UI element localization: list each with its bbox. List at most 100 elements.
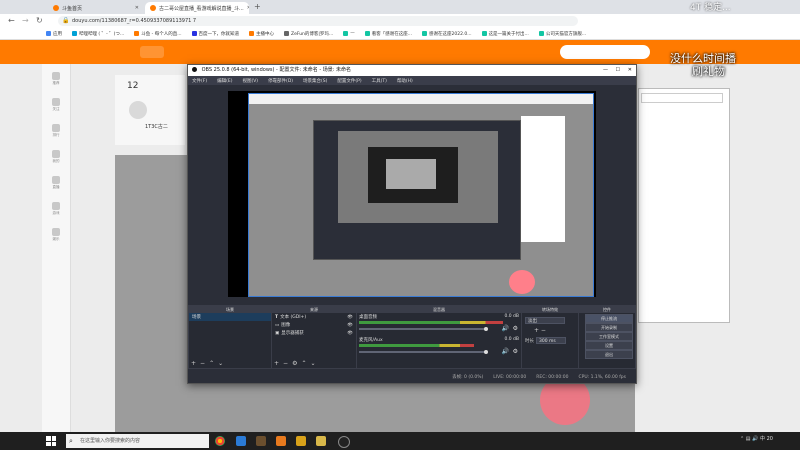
control-button[interactable]: 退出	[585, 350, 633, 359]
captured-browser-chrome	[249, 94, 593, 104]
volume-slider[interactable]	[359, 328, 487, 330]
chevron-up-icon[interactable]: ⌃	[740, 436, 744, 442]
bookmark-item[interactable]: 看客「感谢在这座...	[364, 31, 412, 37]
bookmark-item[interactable]: 哔哩哔哩 ( ゜- ゜)つ...	[72, 31, 124, 37]
url-input[interactable]: douyu.com/11380687_r=0.4509337089113971 …	[58, 16, 578, 26]
speaker-icon[interactable]: 🔊	[502, 348, 509, 355]
source-item[interactable]: ▣ 显示器捕获 👁	[272, 329, 356, 337]
bookmark-item[interactable]: 感谢在这座2022.0...	[422, 31, 472, 37]
volume-slider-handle[interactable]	[484, 350, 488, 354]
control-button[interactable]: 工作室模式	[585, 332, 633, 341]
volume-icon[interactable]: 🔊	[752, 436, 758, 442]
scene-item[interactable]: 场景	[189, 313, 271, 321]
move-down-icon[interactable]: ⌄	[218, 360, 223, 367]
back-icon[interactable]: ←	[8, 16, 15, 25]
left-nav-item[interactable]: 排行	[46, 124, 66, 144]
clock[interactable]: 20	[767, 436, 773, 442]
app-icon[interactable]	[236, 436, 246, 446]
bookmark-item[interactable]: ZeFun的博客|罗玛...	[284, 31, 333, 37]
duration-input[interactable]: 300 ms	[536, 337, 566, 344]
obs-menu-item[interactable]: 编辑(E)	[217, 78, 232, 84]
add-icon[interactable]: +	[274, 360, 279, 367]
network-icon[interactable]: ▤	[746, 436, 751, 442]
bookmark-item[interactable]: 公司天猫官方旗舰...	[538, 31, 586, 37]
volume-slider-handle[interactable]	[484, 327, 488, 331]
forward-icon[interactable]: →	[22, 16, 29, 25]
visibility-icon[interactable]: 👁	[347, 315, 356, 320]
douyu-favicon-icon	[53, 5, 59, 11]
remove-icon[interactable]: −	[283, 360, 288, 367]
stream-overlay-text: 没什么时间播 刷礼物	[670, 52, 736, 78]
control-button[interactable]: 设置	[585, 341, 633, 350]
bookmark-icon	[191, 31, 197, 36]
start-icon[interactable]	[46, 436, 56, 446]
dropped-frames: 丢帧: 0 (0.0%)	[452, 375, 484, 380]
close-tab-icon[interactable]: ✕	[247, 5, 249, 11]
bookmark-item[interactable]: 百度一下，你就知道	[191, 31, 240, 37]
obs-menu-item[interactable]: 停靠部件(D)	[268, 78, 293, 84]
popup-input[interactable]	[641, 93, 723, 103]
visibility-icon[interactable]: 👁	[347, 323, 356, 328]
obs-title-bar: OBS 25.0.8 (64-bit, windows) - 配置文件: 未命名…	[188, 65, 636, 76]
obs-menu-item[interactable]: 帮助(H)	[397, 78, 413, 84]
visibility-icon[interactable]: 👁	[347, 331, 356, 336]
obs-taskbar-icon[interactable]	[338, 436, 350, 448]
left-nav-item[interactable]: 直播	[46, 176, 66, 196]
bookmark-item[interactable]: 主播中心	[249, 31, 274, 37]
obs-menu-item[interactable]: 视图(V)	[242, 78, 258, 84]
site-search-input[interactable]	[560, 45, 650, 59]
monitor-source-icon: ▣	[275, 330, 280, 336]
ime-indicator[interactable]: 中	[760, 436, 765, 442]
left-nav-item[interactable]: 关注	[46, 98, 66, 118]
move-down-icon[interactable]: ⌄	[310, 360, 315, 367]
app-icon[interactable]	[276, 436, 286, 446]
left-nav-item[interactable]: 娱乐	[46, 228, 66, 248]
obs-menu-item[interactable]: 文件(F)	[192, 78, 207, 84]
bookmark-item[interactable]: 斗鱼 - 每个人的直...	[134, 31, 182, 37]
file-explorer-icon[interactable]	[296, 436, 306, 446]
taskbar-search-input[interactable]: 在这里输入你要搜索的内容	[66, 434, 209, 448]
left-nav-item[interactable]: 游戏	[46, 202, 66, 222]
gear-icon[interactable]: ⚙	[292, 360, 297, 367]
move-up-icon[interactable]: ⌃	[301, 360, 306, 367]
close-icon[interactable]: ✕	[628, 65, 632, 76]
app-icon[interactable]	[316, 436, 326, 446]
bookmark-item[interactable]: 这是一篇关于付出...	[481, 31, 529, 37]
add-icon[interactable]: +	[191, 360, 196, 367]
gear-icon[interactable]: ⚙	[513, 348, 518, 355]
move-up-icon[interactable]: ⌃	[209, 360, 214, 367]
left-nav-item[interactable]: 我的	[46, 150, 66, 170]
speaker-icon[interactable]: 🔊	[502, 325, 509, 332]
tab-douyu-home[interactable]: 斗鱼首页 ✕	[48, 2, 144, 14]
bookmark-item[interactable]: 应用	[46, 31, 62, 37]
duration-label: 时长	[525, 339, 534, 344]
gear-icon[interactable]: ⚙	[513, 325, 518, 332]
obs-menu-item[interactable]: 场景集合(S)	[303, 78, 327, 84]
obs-preview[interactable]	[228, 91, 596, 297]
tab-douyu-live[interactable]: 古二哥公屋直播_看游戏解说直播_斗... ✕	[145, 2, 249, 14]
control-button[interactable]: 停止推流	[585, 314, 633, 323]
douyu-logo[interactable]	[140, 46, 164, 58]
control-button[interactable]: 开始录制	[585, 323, 633, 332]
remove-icon[interactable]: −	[200, 360, 205, 367]
app-icon[interactable]	[256, 436, 266, 446]
avatar[interactable]	[129, 101, 147, 119]
bookmark-item[interactable]: —	[343, 31, 355, 36]
overlay-line: 刷礼物	[692, 65, 725, 78]
source-item[interactable]: ▭ 图像 👁	[272, 321, 356, 329]
close-tab-icon[interactable]: ✕	[135, 5, 139, 11]
chrome-icon[interactable]	[215, 436, 225, 446]
obs-menu-item[interactable]: 工具(T)	[372, 78, 387, 84]
source-item[interactable]: T 文本 (GDI+) 👁	[272, 313, 356, 321]
new-tab-button[interactable]: +	[254, 2, 261, 11]
bookmark-label: 百度一下，你就知道	[198, 31, 240, 37]
transition-add-icon[interactable]: + −	[534, 327, 546, 334]
volume-slider[interactable]	[359, 351, 487, 353]
maximize-icon[interactable]: ☐	[616, 65, 620, 76]
controls-header: 控件	[579, 306, 635, 313]
left-nav-item[interactable]: 推荐	[46, 72, 66, 92]
reload-icon[interactable]: ↻	[36, 16, 43, 25]
obs-menu-item[interactable]: 配置文件(P)	[337, 78, 361, 84]
transition-select[interactable]: 淡出	[525, 317, 565, 324]
minimize-icon[interactable]: —	[603, 65, 608, 76]
